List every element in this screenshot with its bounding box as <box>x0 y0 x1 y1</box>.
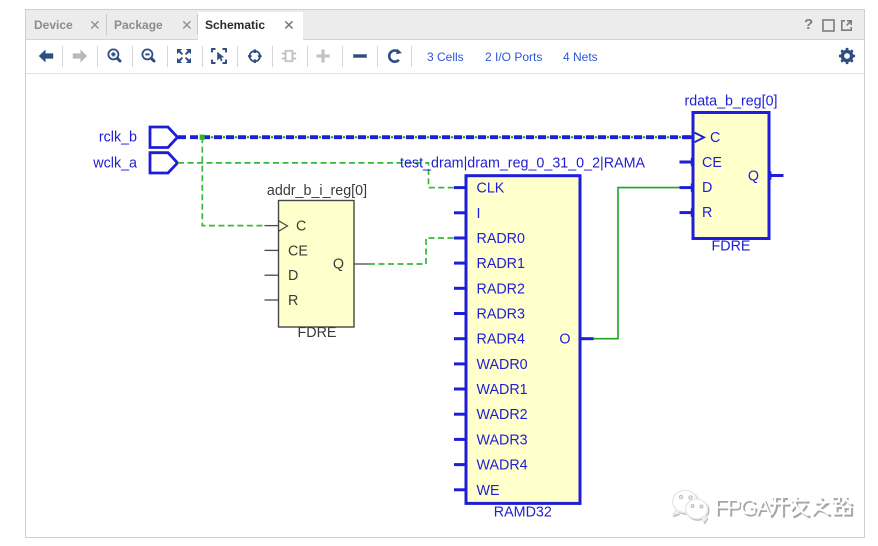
svg-text:test_dram|dram_reg_0_31_0_2|RA: test_dram|dram_reg_0_31_0_2|RAMA <box>400 156 646 172</box>
svg-text:RAMD32: RAMD32 <box>494 505 552 521</box>
svg-text:WE: WE <box>477 483 500 499</box>
svg-text:CE: CE <box>288 243 308 259</box>
svg-text:WADR2: WADR2 <box>477 407 528 423</box>
svg-text:WADR0: WADR0 <box>477 357 528 373</box>
svg-text:D: D <box>288 268 298 284</box>
svg-text:RADR1: RADR1 <box>477 256 526 272</box>
svg-text:CE: CE <box>702 155 722 171</box>
svg-text:RADR2: RADR2 <box>477 281 526 297</box>
svg-text:I: I <box>477 206 481 222</box>
svg-text:D: D <box>702 180 712 196</box>
svg-text:C: C <box>296 219 306 235</box>
svg-text:RADR4: RADR4 <box>477 332 526 348</box>
svg-text:R: R <box>702 205 712 221</box>
svg-text:Q: Q <box>333 257 344 273</box>
svg-text:RADR3: RADR3 <box>477 307 526 323</box>
svg-text:rdata_b_reg[0]: rdata_b_reg[0] <box>685 94 778 110</box>
svg-text:WADR3: WADR3 <box>477 432 528 448</box>
svg-text:WADR4: WADR4 <box>477 458 528 474</box>
svg-text:R: R <box>288 293 298 309</box>
svg-text:WADR1: WADR1 <box>477 382 528 398</box>
svg-text:O: O <box>559 332 570 348</box>
svg-text:FDRE: FDRE <box>712 239 751 255</box>
svg-text:wclk_a: wclk_a <box>92 156 137 172</box>
svg-text:FDRE: FDRE <box>298 325 337 341</box>
svg-text:rclk_b: rclk_b <box>99 130 137 146</box>
svg-text:C: C <box>710 130 720 146</box>
svg-text:addr_b_i_reg[0]: addr_b_i_reg[0] <box>267 183 367 199</box>
svg-text:RADR0: RADR0 <box>477 231 526 247</box>
svg-text:FPGA: FPGA <box>714 495 771 520</box>
svg-text:Q: Q <box>748 169 759 185</box>
svg-text:CLK: CLK <box>477 181 505 197</box>
